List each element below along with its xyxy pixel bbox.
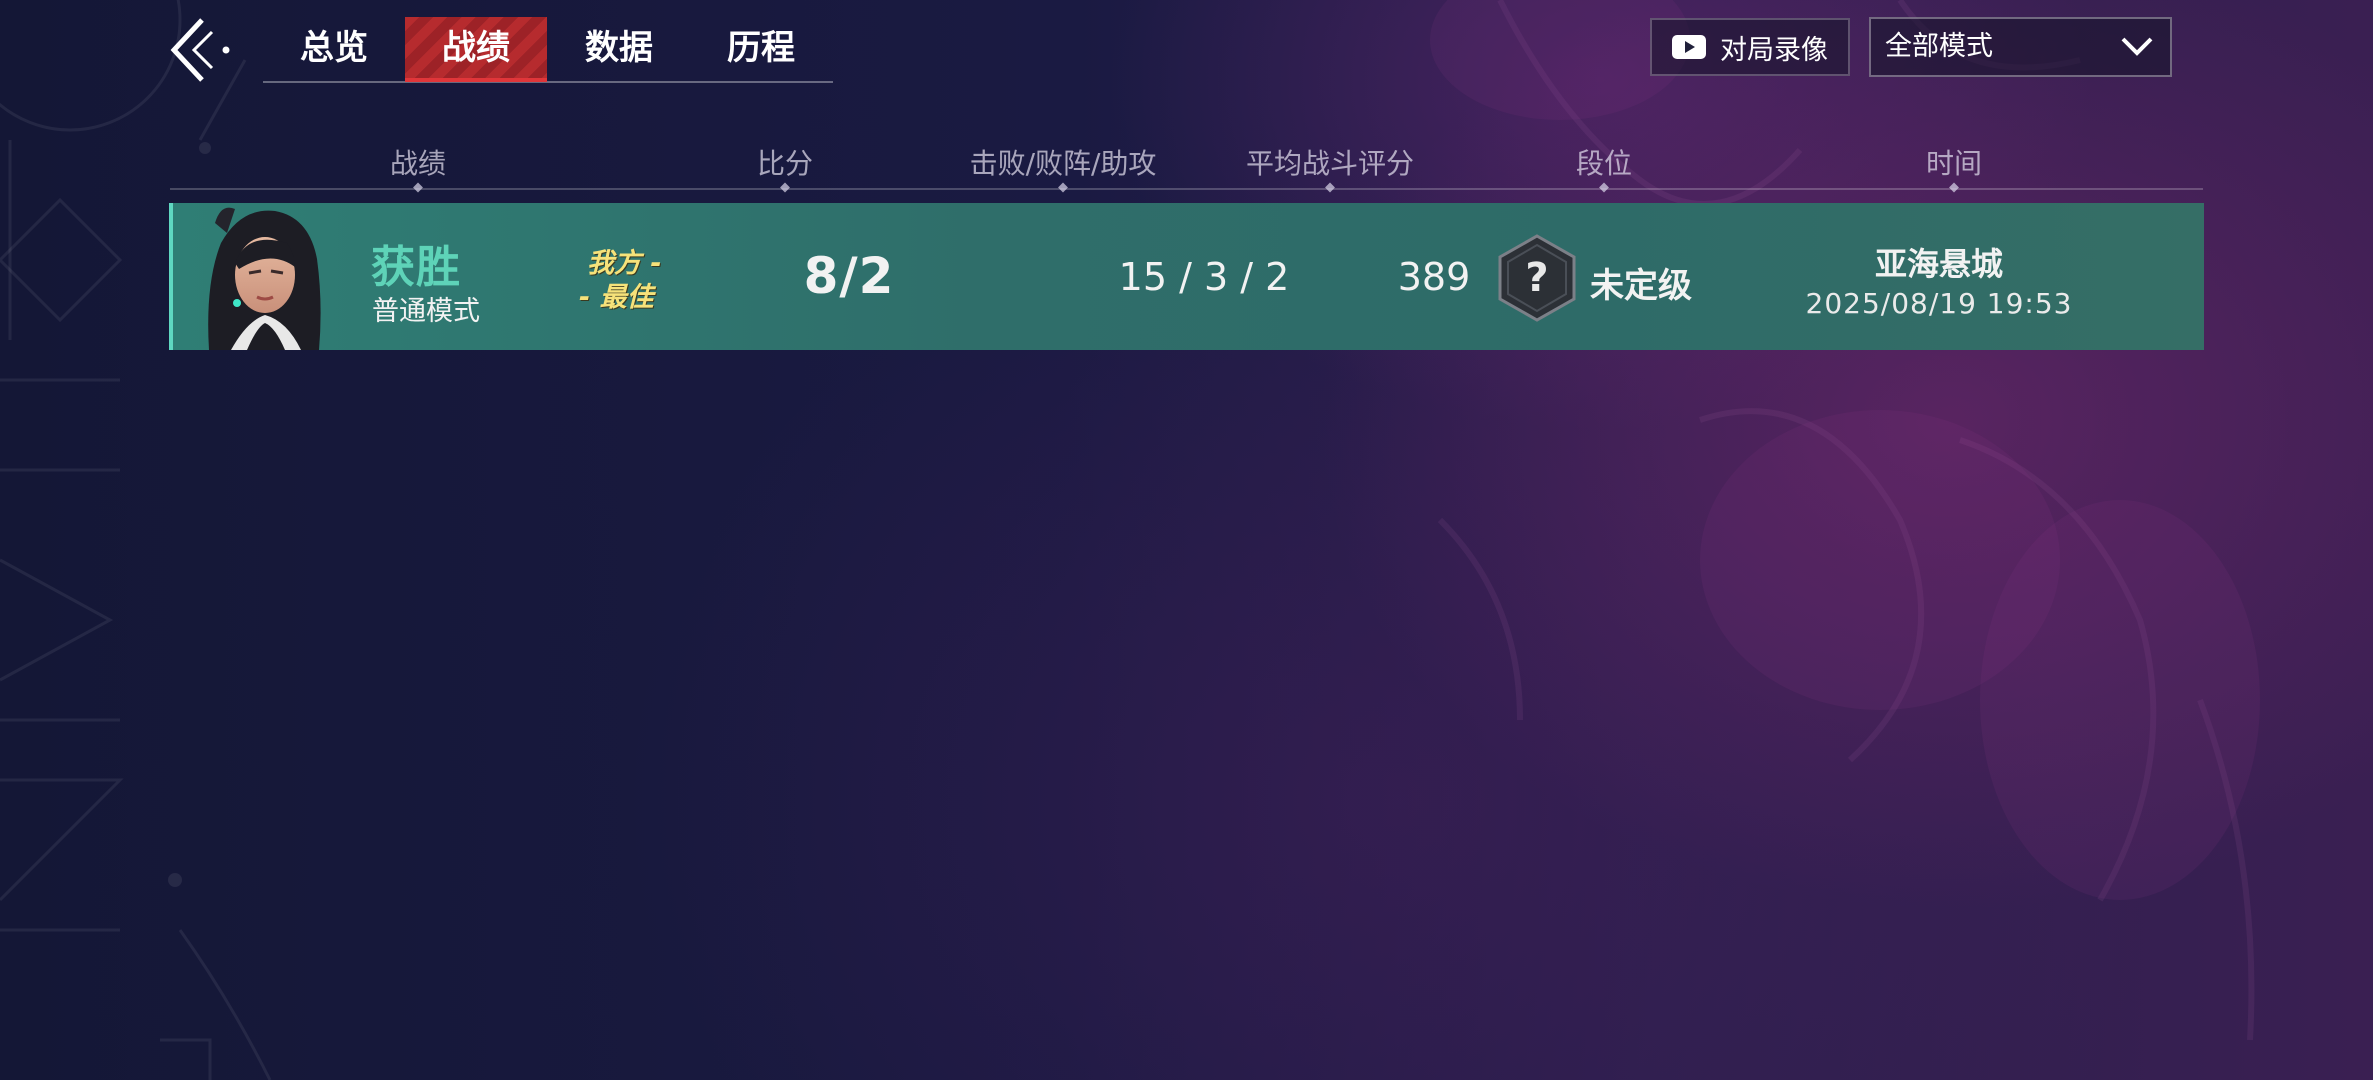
back-button[interactable]	[160, 14, 236, 86]
match-history-screen: 总览 战绩 数据 历程 对局录像 全部模式 战绩 比分 击败/败阵/助攻 平均战…	[0, 0, 2373, 1080]
tab-data[interactable]: 数据	[548, 17, 690, 79]
header-marker	[1949, 182, 1959, 193]
team-best-badge: 我方 - - 最佳	[579, 241, 689, 313]
video-play-icon	[1672, 35, 1706, 59]
match-result: 获胜	[371, 242, 461, 293]
hero-avatar	[208, 207, 321, 350]
match-score: 8/2	[803, 247, 895, 305]
match-mode: 普通模式	[372, 296, 480, 327]
header-marker	[413, 182, 423, 193]
tab-records[interactable]: 战绩	[405, 17, 547, 82]
background-art	[0, 0, 2260, 1080]
header-marker	[1325, 182, 1335, 193]
match-replay-button[interactable]: 对局录像	[1650, 18, 1850, 76]
header-divider	[170, 188, 2203, 190]
tab-overview[interactable]: 总览	[263, 17, 405, 79]
match-replay-label: 对局录像	[1720, 34, 1828, 66]
chevron-down-icon	[2121, 37, 2153, 56]
tab-history[interactable]: 历程	[690, 17, 832, 79]
column-header-rank: 段位	[1575, 147, 1633, 180]
svg-text:?: ?	[1525, 255, 1548, 301]
unranked-rank-icon: ?	[1498, 234, 1576, 322]
match-avg-rating: 389	[1397, 255, 1471, 299]
header-marker	[1058, 182, 1068, 193]
tab-bar: 总览 战绩 数据 历程	[263, 17, 833, 83]
match-map: 亚海悬城	[1874, 245, 2003, 283]
header-marker	[1599, 182, 1609, 193]
column-header-avg-rating: 平均战斗评分	[1245, 147, 1415, 180]
match-time: 2025/08/19 19:53	[1805, 287, 2073, 320]
column-header-score: 比分	[756, 147, 814, 180]
mode-filter-dropdown[interactable]: 全部模式	[1869, 17, 2172, 77]
mode-filter-value: 全部模式	[1885, 31, 1993, 62]
team-best-badge-line2: - 最佳	[579, 282, 654, 313]
match-row[interactable]: 获胜 普通模式 我方 - - 最佳 8/2 15 / 3 / 2 389 ? 未…	[169, 203, 2204, 350]
column-header-record: 战绩	[389, 147, 447, 180]
header-marker	[780, 182, 790, 193]
match-kda: 15 / 3 / 2	[1118, 255, 1290, 299]
column-header-time: 时间	[1925, 147, 1983, 180]
back-arrow-icon	[170, 18, 230, 82]
column-header-kda: 击败/败阵/助攻	[969, 147, 1157, 180]
match-rank: 未定级	[1590, 266, 1692, 306]
